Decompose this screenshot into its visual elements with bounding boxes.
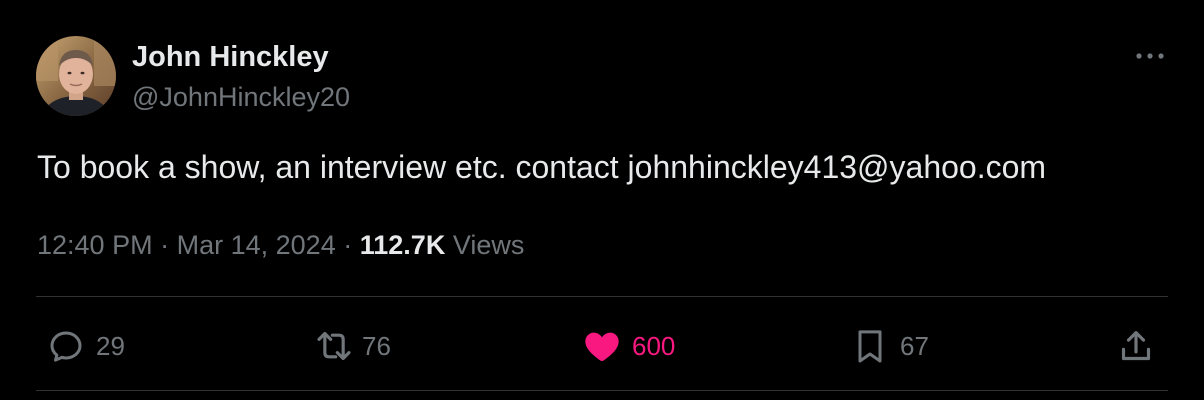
views-count[interactable]: 112.7K: [360, 230, 446, 260]
more-horizontal-icon: [1135, 47, 1165, 65]
bookmark-icon: [850, 326, 890, 366]
heart-icon: [582, 326, 622, 366]
like-count: 600: [632, 331, 676, 361]
divider: [36, 296, 1168, 297]
share-button[interactable]: [1116, 324, 1156, 368]
repost-count: 76: [362, 331, 391, 361]
tweet-time[interactable]: 12:40 PM: [37, 230, 153, 260]
repost-button[interactable]: 76: [312, 324, 391, 368]
tweet-text: To book a show, an interview etc. contac…: [37, 149, 1047, 185]
reply-icon: [46, 326, 86, 366]
author-handle[interactable]: @JohnHinckley20: [132, 80, 350, 114]
reply-button[interactable]: 29: [46, 324, 125, 368]
author-name[interactable]: John Hinckley: [132, 40, 329, 74]
repost-icon: [312, 326, 356, 366]
more-button[interactable]: [1128, 44, 1172, 68]
divider: [36, 390, 1168, 391]
tweet-card: John Hinckley @JohnHinckley20 To book a …: [0, 0, 1204, 400]
reply-count: 29: [96, 331, 125, 361]
like-button[interactable]: 600: [582, 324, 675, 368]
meta-separator: ·: [160, 230, 170, 260]
bookmark-button[interactable]: 67: [850, 324, 929, 368]
meta-separator: ·: [343, 230, 353, 260]
share-icon: [1116, 326, 1156, 366]
tweet-date[interactable]: Mar 14, 2024: [177, 230, 336, 260]
bookmark-count: 67: [900, 331, 929, 361]
avatar[interactable]: [36, 36, 116, 116]
views-label: Views: [452, 230, 525, 260]
tweet-meta: 12:40 PM · Mar 14, 2024 · 112.7K Views: [37, 226, 524, 264]
